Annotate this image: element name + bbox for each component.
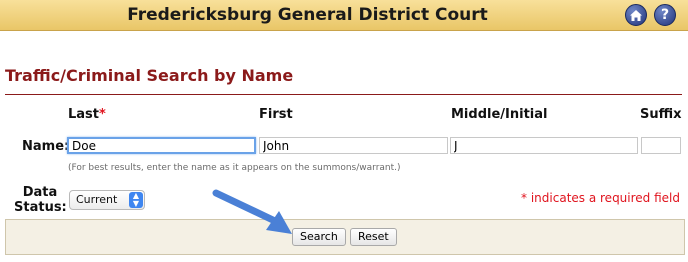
annotation-arrow-shaft	[212, 189, 279, 225]
data-status-label-line1: Data	[22, 185, 58, 200]
help-icon[interactable]: ?	[654, 4, 676, 26]
name-hint: (For best results, enter the name as it …	[68, 163, 401, 173]
title-divider	[5, 94, 682, 95]
data-status-select[interactable]: Current ▲ ▼	[69, 190, 145, 210]
name-label: Name:	[22, 139, 70, 154]
reset-button[interactable]: Reset	[350, 228, 397, 246]
court-title: Fredericksburg General District Court	[127, 5, 488, 25]
page-title: Traffic/Criminal Search by Name	[5, 66, 294, 85]
column-header-middle: Middle/Initial	[451, 107, 548, 122]
search-button[interactable]: Search	[292, 228, 346, 246]
middle-initial-input[interactable]	[450, 137, 638, 154]
suffix-input[interactable]	[641, 137, 681, 154]
data-status-label: Data Status:	[14, 185, 67, 215]
required-field-note: * indicates a required field	[521, 191, 680, 205]
home-icon[interactable]	[625, 4, 647, 26]
home-glyph	[630, 9, 642, 21]
column-header-first: First	[259, 107, 293, 122]
required-marker: *	[99, 107, 106, 122]
data-status-value: Current	[76, 193, 118, 206]
select-updown-icon: ▲ ▼	[129, 192, 143, 208]
first-name-input[interactable]	[259, 137, 448, 154]
header-bar: Fredericksburg General District Court ?	[0, 0, 688, 31]
last-name-input[interactable]	[67, 137, 256, 154]
column-header-suffix: Suffix	[640, 107, 682, 122]
column-header-last: Last*	[68, 107, 106, 122]
column-label-last: Last	[68, 107, 100, 122]
data-status-label-line2: Status:	[14, 200, 67, 215]
